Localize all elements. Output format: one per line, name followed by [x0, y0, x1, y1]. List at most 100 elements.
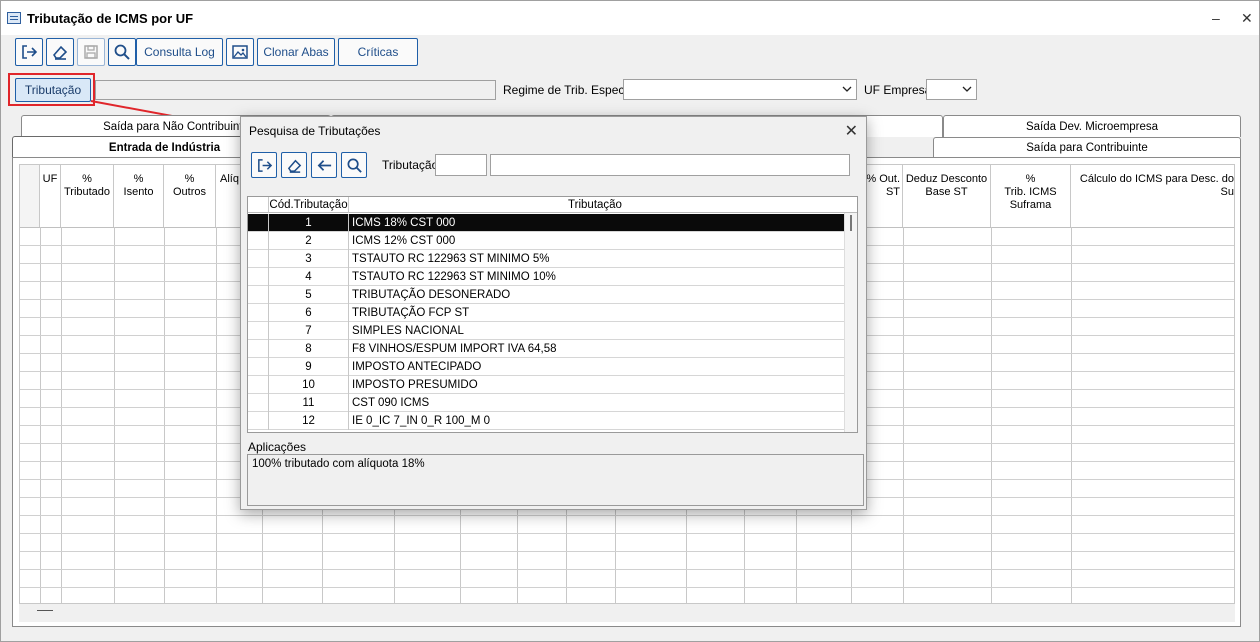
search-icon [347, 158, 362, 173]
tab-label: Saída Dev. Microempresa [1025, 121, 1159, 133]
row-code: 5 [269, 286, 349, 304]
grid-column-line [61, 227, 62, 603]
grid-indicator-col [20, 165, 40, 227]
grid-row-line [20, 569, 1234, 570]
row-indicator [248, 250, 269, 268]
dialog-exit-button[interactable] [251, 152, 277, 178]
header-indicator [248, 197, 269, 213]
aplicacoes-label: Aplicações [248, 440, 307, 454]
row-name: TRIBUTAÇÃO DESONERADO [352, 289, 511, 301]
exit-button[interactable] [15, 38, 43, 66]
column-header: Cód.Tributação [269, 197, 349, 213]
chevron-down-icon [962, 86, 972, 92]
row-code: 4 [269, 268, 349, 286]
grid-footer [19, 604, 1235, 622]
table-row[interactable]: 11 CST 090 ICMS [248, 394, 844, 412]
footer-dash [37, 610, 53, 611]
regime-label: Regime de Trib. Especial [503, 83, 637, 97]
tributacoes-table[interactable]: Cód.Tributação Tributação 1 ICMS 18% CST … [247, 196, 858, 433]
grid-row-line [20, 515, 1234, 516]
grid-header: Deduz Desconto Base ST [903, 165, 991, 227]
row-name: ICMS 12% CST 000 [352, 235, 456, 247]
table-row[interactable]: 6 TRIBUTAÇÃO FCP ST [248, 304, 844, 322]
row-indicator [248, 268, 269, 286]
row-name: TSTAUTO RC 122963 ST MINIMO 5% [352, 253, 550, 265]
criticas-button[interactable]: Críticas [338, 38, 418, 66]
table-row[interactable]: 3 TSTAUTO RC 122963 ST MINIMO 5% [248, 250, 844, 268]
image-button[interactable] [226, 38, 254, 66]
aplicacoes-text: 100% tributado com alíquota 18% [252, 458, 425, 470]
row-name: TSTAUTO RC 122963 ST MINIMO 10% [352, 271, 556, 283]
uf-empresa-select[interactable] [926, 79, 977, 100]
row-indicator [248, 322, 269, 340]
dialog-code-input[interactable] [435, 154, 487, 176]
grid-header: % Trib. ICMS Suframa [991, 165, 1071, 227]
image-icon [232, 45, 248, 59]
title-bar: Tributação de ICMS por UF – ✕ [1, 1, 1259, 35]
row-indicator [248, 376, 269, 394]
table-row[interactable]: 1 ICMS 18% CST 000 [248, 214, 844, 232]
tab-label: Saída para Contribuinte [1026, 142, 1148, 154]
table-row[interactable]: 9 IMPOSTO ANTECIPADO [248, 358, 844, 376]
row-code: 6 [269, 304, 349, 322]
table-row[interactable]: 7 SIMPLES NACIONAL [248, 322, 844, 340]
dialog-close-button[interactable]: ✕ [845, 121, 858, 141]
save-button[interactable] [77, 38, 105, 66]
tab-label: Saída para Não Contribuinte [103, 121, 249, 133]
table-row[interactable]: 2 ICMS 12% CST 000 [248, 232, 844, 250]
table-header: Cód.Tributação Tributação [248, 197, 857, 213]
consulta-log-button[interactable]: Consulta Log [136, 38, 223, 66]
dialog-back-button[interactable] [311, 152, 337, 178]
row-code: 10 [269, 376, 349, 394]
row-indicator [248, 214, 269, 232]
dialog-search-button[interactable] [341, 152, 367, 178]
row-indicator [248, 412, 269, 430]
grid-header: % Isento [114, 165, 164, 227]
row-name: IMPOSTO PRESUMIDO [352, 379, 478, 391]
row-indicator [248, 394, 269, 412]
row-name: IMPOSTO ANTECIPADO [352, 361, 482, 373]
dialog-title: Pesquisa de Tributações [249, 124, 381, 138]
arrow-left-icon [317, 159, 331, 171]
table-row[interactable]: 4 TSTAUTO RC 122963 ST MINIMO 10% [248, 268, 844, 286]
table-row[interactable]: 12 IE 0_IC 7_IN 0_R 100_M 0 [248, 412, 844, 430]
highlight-box [8, 73, 95, 106]
table-row[interactable]: 10 IMPOSTO PRESUMIDO [248, 376, 844, 394]
aplicacoes-memo[interactable]: 100% tributado com alíquota 18% [247, 454, 864, 506]
row-indicator [248, 340, 269, 358]
grid-column-line [903, 227, 904, 603]
regime-select[interactable] [623, 79, 857, 100]
row-code: 8 [269, 340, 349, 358]
grid-column-line [1071, 227, 1072, 603]
grid-row-line [20, 587, 1234, 588]
uf-empresa-label: UF Empresa [864, 83, 932, 97]
grid-header: UF [40, 165, 61, 227]
search-icon [114, 44, 130, 60]
tab-saida-contribuinte[interactable]: Saída para Contribuinte [933, 137, 1241, 158]
row-code: 11 [269, 394, 349, 412]
row-name: CST 090 ICMS [352, 397, 430, 409]
minimize-button[interactable]: – [1212, 10, 1220, 26]
table-row[interactable]: 5 TRIBUTAÇÃO DESONERADO [248, 286, 844, 304]
search-button[interactable] [108, 38, 136, 66]
grid-row-line [20, 551, 1234, 552]
clear-button[interactable] [46, 38, 74, 66]
scrollbar-thumb[interactable] [850, 215, 852, 231]
close-window-button[interactable]: ✕ [1241, 10, 1253, 27]
clonar-abas-button[interactable]: Clonar Abas [257, 38, 335, 66]
exit-icon [257, 158, 272, 172]
table-row[interactable]: 8 F8 VINHOS/ESPUM IMPORT IVA 64,58 [248, 340, 844, 358]
dialog-clear-button[interactable] [281, 152, 307, 178]
row-indicator [248, 232, 269, 250]
grid-column-line [114, 227, 115, 603]
eraser-icon [52, 45, 68, 60]
tab-label: Entrada de Indústria [108, 142, 221, 154]
row-code: 12 [269, 412, 349, 430]
grid-header: % Tributado [61, 165, 114, 227]
grid-column-line [216, 227, 217, 603]
row-indicator [248, 286, 269, 304]
dialog-search-input[interactable] [490, 154, 850, 176]
table-scrollbar[interactable] [844, 213, 857, 432]
tab-saida-dev-microempresa[interactable]: Saída Dev. Microempresa [943, 115, 1241, 137]
grid-column-line [164, 227, 165, 603]
